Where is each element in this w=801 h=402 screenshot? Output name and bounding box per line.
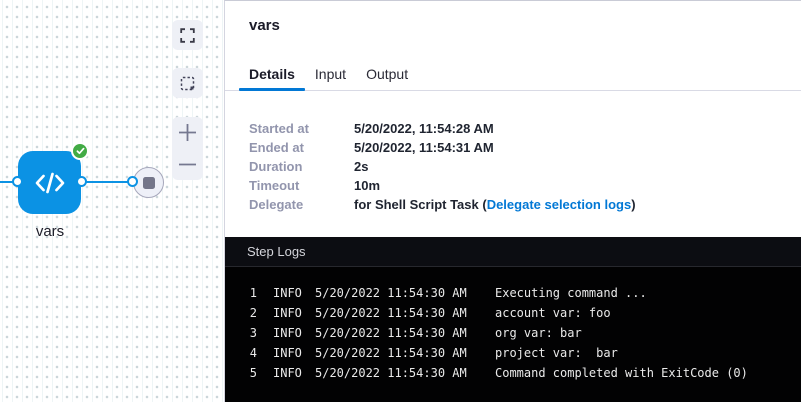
detail-row-delegate: Delegate for Shell Script Task (Delegate… [249,195,785,214]
log-line: 5 INFO 5/20/2022 11:54:30 AM Command com… [243,363,801,383]
log-line-number: 1 [243,286,257,300]
node-port-left [12,176,23,187]
stop-square-icon [143,177,155,189]
detail-value: 5/20/2022, 11:54:31 AM [354,140,494,155]
log-line: 1 INFO 5/20/2022 11:54:30 AM Executing c… [243,283,801,303]
log-line-number: 4 [243,346,257,360]
log-timestamp: 5/20/2022 11:54:30 AM [315,286,467,300]
detail-label: Ended at [249,140,354,155]
success-badge [71,142,89,160]
node-port-right [76,176,87,187]
tab-input[interactable]: Input [305,58,356,90]
log-level: INFO [273,326,303,340]
step-node-vars[interactable] [18,151,81,214]
log-line: 2 INFO 5/20/2022 11:54:30 AM account var… [243,303,801,323]
detail-value-prefix: for Shell Script Task ( [354,197,487,212]
code-icon [33,171,67,195]
zoom-in-icon [178,123,197,142]
log-message: project var: bar [495,346,618,360]
marquee-select-icon [180,76,195,91]
log-line-number: 2 [243,306,257,320]
log-message: Executing command ... [495,286,647,300]
details-section: Started at 5/20/2022, 11:54:28 AM Ended … [249,92,785,214]
detail-row-timeout: Timeout 10m [249,176,785,195]
zoom-controls [172,117,203,180]
delegate-selection-logs-link[interactable]: Delegate selection logs [487,197,632,212]
log-level: INFO [273,286,303,300]
log-line: 3 INFO 5/20/2022 11:54:30 AM org var: ba… [243,323,801,343]
zoom-in-button[interactable] [172,117,203,148]
detail-label: Started at [249,121,354,136]
log-message: Command completed with ExitCode (0) [495,366,748,380]
log-level: INFO [273,306,303,320]
zoom-out-icon [178,155,197,174]
fullscreen-button[interactable] [172,20,203,50]
detail-row-duration: Duration 2s [249,157,785,176]
tab-bar: Details Input Output [225,58,801,91]
fullscreen-icon [180,28,195,43]
log-message: org var: bar [495,326,582,340]
detail-value: 10m [354,178,380,193]
detail-row-started-at: Started at 5/20/2022, 11:54:28 AM [249,119,785,138]
step-node-label: vars [8,223,92,240]
pipeline-canvas[interactable]: vars [0,0,224,402]
detail-label: Delegate [249,197,354,212]
log-timestamp: 5/20/2022 11:54:30 AM [315,366,467,380]
log-timestamp: 5/20/2022 11:54:30 AM [315,326,467,340]
log-level: INFO [273,366,303,380]
panel-title: vars [249,17,280,34]
step-logs-console: Step Logs 1 INFO 5/20/2022 11:54:30 AM E… [225,237,801,402]
step-details-panel: vars Details Input Output Started at 5/2… [224,0,801,402]
log-line-number: 5 [243,366,257,380]
detail-label: Duration [249,159,354,174]
log-level: INFO [273,346,303,360]
check-icon [76,147,85,155]
detail-value: 2s [354,159,368,174]
log-line: 4 INFO 5/20/2022 11:54:30 AM project var… [243,343,801,363]
log-timestamp: 5/20/2022 11:54:30 AM [315,346,467,360]
tab-details[interactable]: Details [239,58,305,90]
zoom-out-button[interactable] [172,149,203,180]
detail-row-ended-at: Ended at 5/20/2022, 11:54:31 AM [249,138,785,157]
tab-output[interactable]: Output [356,58,418,90]
detail-value-suffix: ) [631,197,635,212]
detail-value: 5/20/2022, 11:54:28 AM [354,121,494,136]
step-logs-body[interactable]: 1 INFO 5/20/2022 11:54:30 AM Executing c… [225,267,801,383]
log-timestamp: 5/20/2022 11:54:30 AM [315,306,467,320]
step-logs-header: Step Logs [225,237,801,267]
log-line-number: 3 [243,326,257,340]
log-message: account var: foo [495,306,611,320]
stop-node-port [127,176,138,187]
marquee-select-button[interactable] [172,68,203,98]
detail-label: Timeout [249,178,354,193]
